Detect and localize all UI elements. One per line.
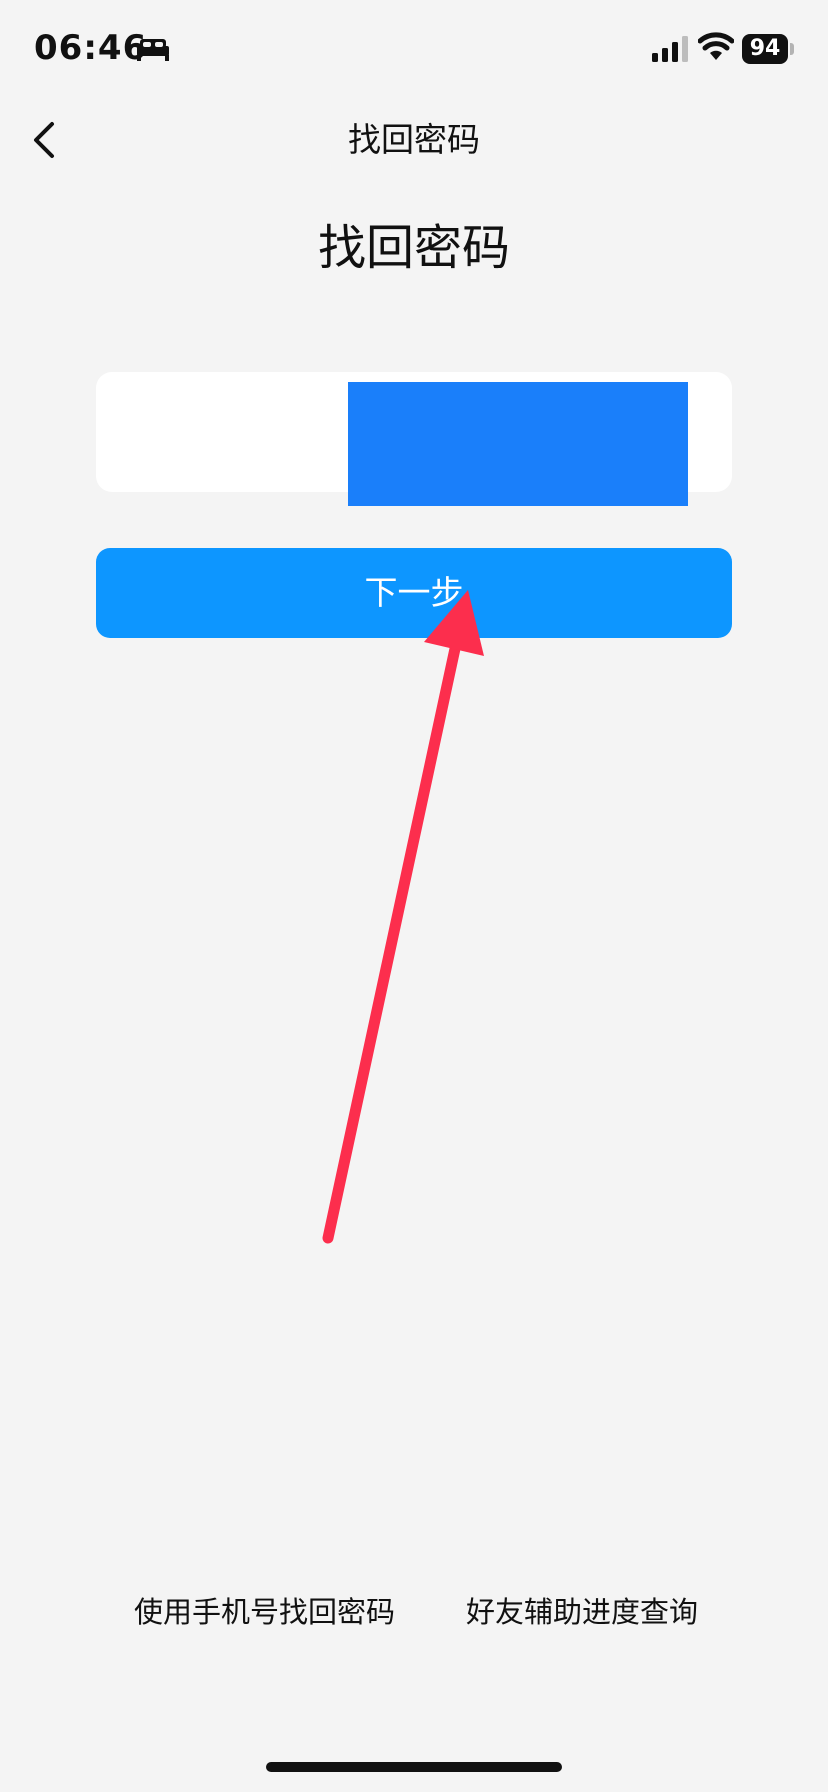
- wifi-icon: [698, 32, 734, 60]
- battery-icon: 94: [742, 34, 788, 64]
- page-title: 找回密码: [317, 220, 510, 276]
- home-indicator: [266, 1762, 562, 1772]
- phone-recovery-link[interactable]: 使用手机号找回密码: [134, 1592, 395, 1632]
- signal-icon: [652, 36, 688, 62]
- friend-progress-link[interactable]: 好友辅助进度查询: [466, 1592, 698, 1632]
- battery-cap: [790, 43, 794, 55]
- redaction-overlay: [348, 382, 688, 506]
- next-button[interactable]: 下一步: [96, 548, 732, 638]
- status-time: 06:46: [34, 28, 148, 68]
- nav-title: 找回密码: [348, 120, 480, 159]
- bed-icon: [137, 39, 169, 61]
- battery-level: 94: [749, 36, 781, 61]
- status-bar: 06:46 94: [0, 0, 828, 100]
- screen: 06:46 94 找回密码 找回密码 29 下一步 使用手机号找回密码 好友辅助…: [0, 0, 828, 1792]
